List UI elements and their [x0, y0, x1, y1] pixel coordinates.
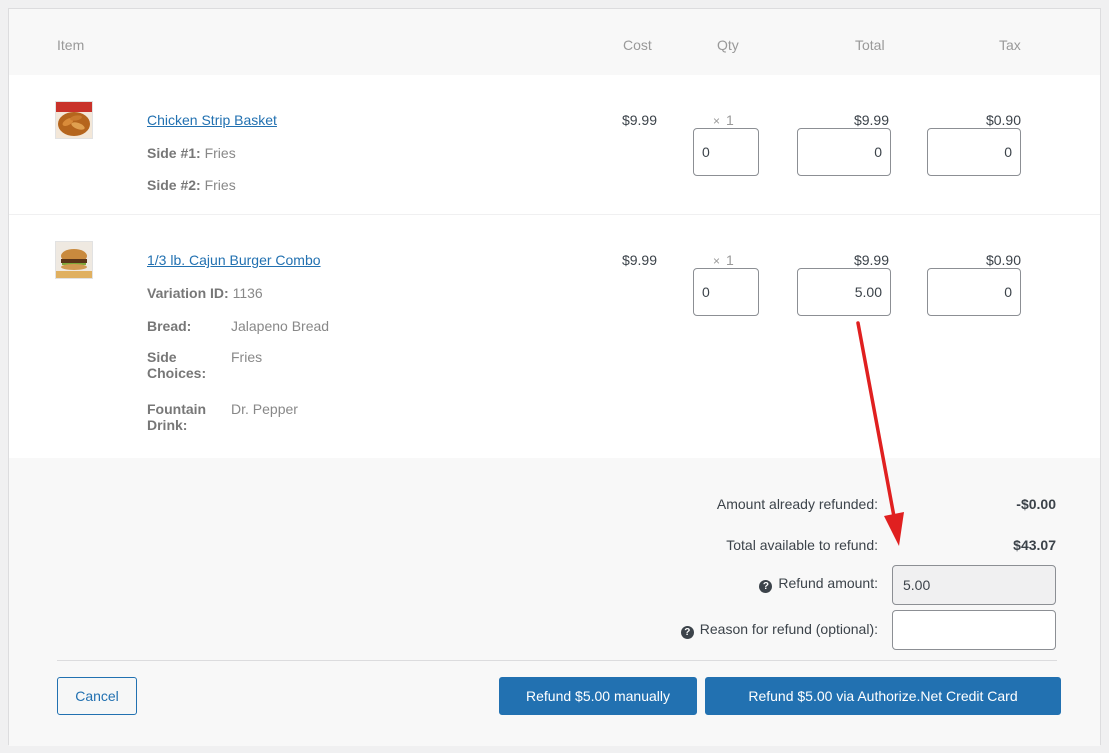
- total-available-label: Total available to refund:: [726, 537, 878, 553]
- food-thumbnail-icon: [55, 241, 93, 279]
- refund-gateway-button[interactable]: Refund $5.00 via Authorize.Net Credit Ca…: [705, 677, 1061, 715]
- refund-total-input[interactable]: [797, 268, 891, 316]
- column-total: Total: [855, 37, 885, 53]
- cancel-button[interactable]: Cancel: [57, 677, 137, 715]
- food-thumbnail-icon: [55, 101, 93, 139]
- refund-total-input[interactable]: [797, 128, 891, 176]
- column-qty: Qty: [717, 37, 739, 53]
- variation-id: Variation ID: 1136: [147, 285, 263, 301]
- item-cost: $9.99: [621, 112, 657, 128]
- refund-qty-input[interactable]: [693, 128, 759, 176]
- total-available-value: $43.07: [1013, 537, 1056, 553]
- table-row: 1/3 lb. Cajun Burger Combo Variation ID:…: [9, 215, 1100, 458]
- refund-amount-label: ? Refund amount:: [759, 575, 878, 593]
- refund-summary: Amount already refunded: -$0.00 Total av…: [9, 458, 1100, 746]
- item-total: $9.99: [853, 112, 889, 128]
- refund-amount-input[interactable]: [892, 565, 1056, 605]
- refund-panel: Item Cost Qty Total Tax Chicken Strip Ba…: [8, 8, 1101, 746]
- column-item: Item: [57, 37, 85, 53]
- refund-tax-input[interactable]: [927, 268, 1021, 316]
- refund-manually-button[interactable]: Refund $5.00 manually: [499, 677, 697, 715]
- item-meta: Side #1: Fries: [147, 145, 236, 161]
- column-cost: Cost: [623, 37, 652, 53]
- meta-value: Jalapeno Bread: [231, 318, 330, 334]
- item-cost: $9.99: [621, 252, 657, 268]
- table-header: Item Cost Qty Total Tax: [9, 9, 1100, 75]
- item-tax: $0.90: [985, 112, 1021, 128]
- item-tax: $0.90: [985, 252, 1021, 268]
- meta-key: Side Choices:: [147, 349, 207, 381]
- question-circle-icon[interactable]: ?: [680, 626, 694, 639]
- item-qty: × 1: [713, 112, 734, 128]
- item-qty: × 1: [713, 252, 734, 268]
- item-total: $9.99: [853, 252, 889, 268]
- refund-qty-input[interactable]: [693, 268, 759, 316]
- refund-reason-label: ? Reason for refund (optional):: [680, 621, 878, 639]
- meta-value: Fries: [231, 349, 263, 365]
- product-link-chicken-strip-basket[interactable]: Chicken Strip Basket: [147, 112, 277, 128]
- item-meta: Side #2: Fries: [147, 177, 236, 193]
- meta-value: Dr. Pepper: [231, 401, 298, 417]
- question-circle-icon[interactable]: ?: [759, 580, 773, 593]
- table-row: Chicken Strip Basket Side #1: Fries Side…: [9, 75, 1100, 215]
- divider: [57, 660, 1057, 661]
- meta-key: Bread:: [147, 318, 192, 334]
- amount-already-refunded-value: -$0.00: [1016, 496, 1056, 512]
- column-tax: Tax: [999, 37, 1021, 53]
- meta-key: Fountain Drink:: [147, 401, 207, 433]
- refund-tax-input[interactable]: [927, 128, 1021, 176]
- amount-already-refunded-label: Amount already refunded:: [716, 496, 878, 512]
- refund-reason-input[interactable]: [892, 610, 1056, 650]
- product-link-cajun-burger-combo[interactable]: 1/3 lb. Cajun Burger Combo: [147, 252, 321, 268]
